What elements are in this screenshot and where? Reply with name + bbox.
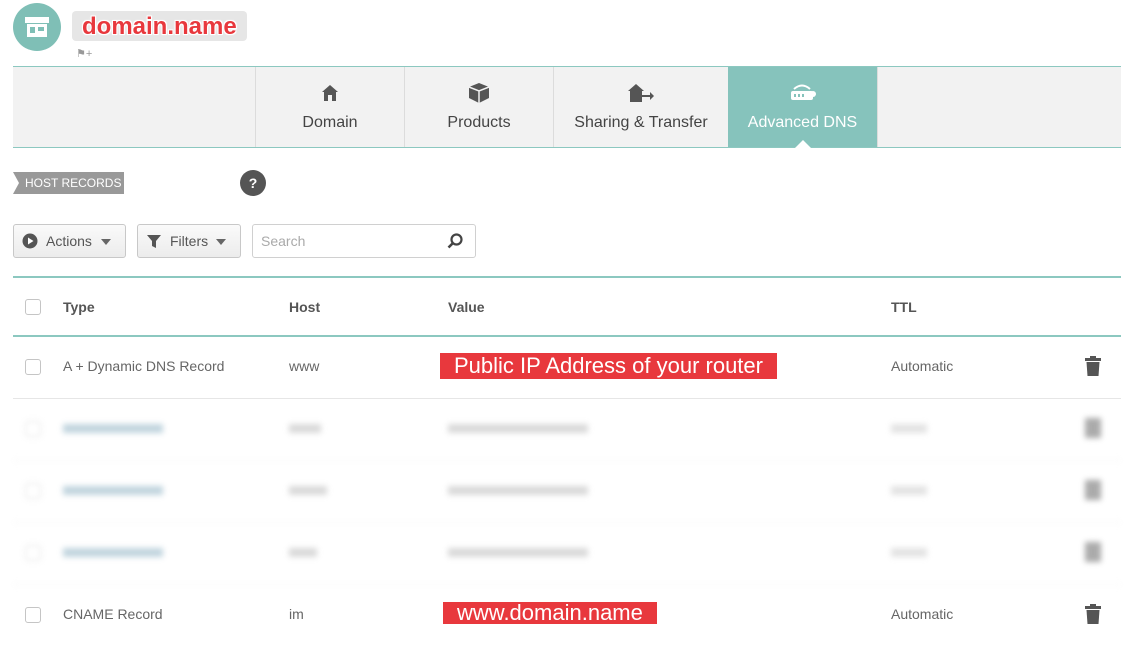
redacted-ttl — [891, 486, 927, 495]
tab-divider — [877, 67, 878, 147]
redacted-host — [289, 486, 327, 495]
row-checkbox[interactable] — [25, 607, 41, 623]
host-records-label: HOST RECORDS — [13, 172, 124, 194]
redacted-ttl — [891, 424, 927, 433]
record-ttl[interactable]: Automatic — [891, 606, 953, 622]
record-type: A + Dynamic DNS Record — [63, 358, 225, 374]
tab-domain-label: Domain — [302, 114, 358, 131]
record-host[interactable]: im — [289, 606, 304, 622]
house-arrow-icon — [628, 84, 654, 102]
box-icon — [468, 83, 490, 103]
table-row-blurred — [13, 461, 1121, 523]
tab-sharing-transfer[interactable]: Sharing & Transfer — [553, 67, 728, 147]
tab-advanced-dns-label: Advanced DNS — [747, 114, 858, 131]
home-icon — [322, 85, 338, 101]
redacted-ttl — [891, 548, 927, 557]
search-box — [252, 224, 476, 258]
record-ttl[interactable]: Automatic — [891, 358, 953, 374]
domain-avatar — [13, 3, 61, 51]
redacted-value — [448, 424, 588, 433]
redacted-type — [63, 424, 163, 433]
trash-icon[interactable] — [1085, 480, 1101, 500]
filters-label: Filters — [170, 233, 209, 249]
domain-tab-bar: Domain Products Sharing & Transfer Advan… — [13, 66, 1121, 148]
filters-button[interactable]: Filters — [137, 224, 241, 258]
tab-advanced-dns[interactable]: Advanced DNS — [728, 67, 877, 148]
record-type: CNAME Record — [63, 606, 163, 622]
filter-icon — [147, 235, 161, 248]
tab-products-label: Products — [447, 114, 511, 131]
tab-products[interactable]: Products — [404, 67, 553, 147]
table-row: A + Dynamic DNS Record www Public IP Add… — [13, 337, 1121, 399]
redacted-value — [448, 486, 588, 495]
tab-domain[interactable]: Domain — [255, 67, 404, 147]
table-row: CNAME Record im www.domain.name Automati… — [13, 585, 1121, 646]
header-ttl: TTL — [891, 299, 917, 315]
host-records-table: Type Host Value TTL A + Dynamic DNS Reco… — [13, 276, 1121, 646]
redacted-type — [63, 548, 163, 557]
search-icon[interactable] — [447, 233, 463, 249]
play-circle-icon — [22, 233, 38, 249]
tag-add-icon[interactable]: ⚑+ — [76, 47, 92, 60]
record-value[interactable]: www.domain.name — [443, 602, 657, 624]
record-value[interactable]: Public IP Address of your router — [440, 353, 777, 379]
trash-icon[interactable] — [1085, 542, 1101, 562]
record-host[interactable]: www — [289, 358, 319, 374]
actions-label: Actions — [46, 233, 92, 249]
row-checkbox[interactable] — [25, 359, 41, 375]
tab-sharing-transfer-label: Sharing & Transfer — [574, 114, 708, 131]
chevron-down-icon — [216, 239, 226, 245]
table-row-blurred — [13, 399, 1121, 461]
row-checkbox[interactable] — [25, 483, 41, 499]
trash-icon[interactable] — [1085, 356, 1101, 376]
header-value: Value — [448, 299, 485, 315]
search-input[interactable] — [261, 231, 441, 251]
chevron-down-icon — [101, 239, 111, 245]
redacted-host — [289, 424, 321, 433]
store-icon — [25, 17, 49, 37]
trash-icon[interactable] — [1085, 604, 1101, 624]
header-host: Host — [289, 299, 321, 315]
trash-icon[interactable] — [1085, 418, 1101, 438]
redacted-value — [448, 548, 588, 557]
domain-title: domain.name — [72, 11, 247, 41]
table-row-blurred — [13, 523, 1121, 585]
help-icon[interactable]: ? — [240, 170, 266, 196]
row-checkbox[interactable] — [25, 421, 41, 437]
actions-button[interactable]: Actions — [13, 224, 126, 258]
table-header: Type Host Value TTL — [13, 276, 1121, 337]
row-checkbox[interactable] — [25, 545, 41, 561]
redacted-type — [63, 486, 163, 495]
router-icon — [790, 84, 816, 100]
header-type: Type — [63, 299, 95, 315]
select-all-checkbox[interactable] — [25, 299, 41, 315]
redacted-host — [289, 548, 317, 557]
